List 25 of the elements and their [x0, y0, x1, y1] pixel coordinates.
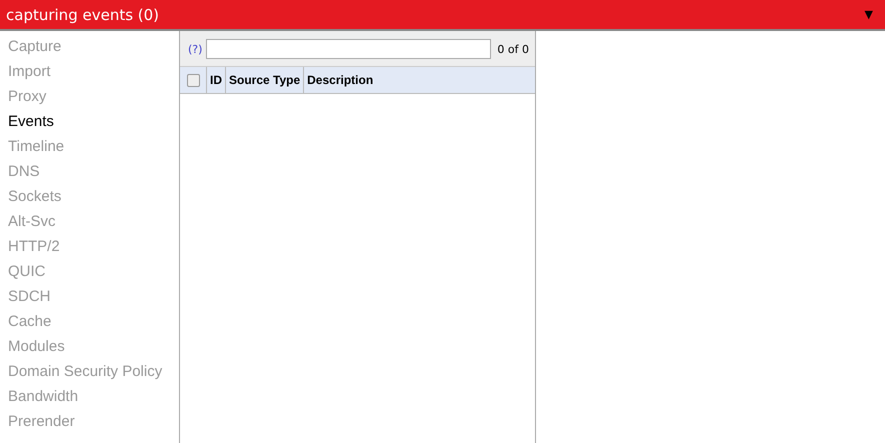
sidebar-tab[interactable]: Capture — [8, 34, 179, 59]
sidebar-tab[interactable]: HTTP/2 — [8, 234, 179, 259]
sidebar-tab[interactable]: Import — [8, 59, 179, 84]
sidebar-tab[interactable]: SDCH — [8, 284, 179, 309]
status-title: capturing events (0) — [6, 6, 160, 24]
sidebar-tab[interactable]: Prerender — [8, 409, 179, 434]
sidebar-tab[interactable]: Modules — [8, 334, 179, 359]
sidebar-tab[interactable]: DNS — [8, 159, 179, 184]
column-header[interactable]: ID — [207, 67, 226, 93]
sidebar-tab[interactable]: Proxy — [8, 84, 179, 109]
match-count: 0 of 0 — [497, 42, 529, 56]
filter-field[interactable] — [206, 39, 492, 59]
sidebar-tab[interactable]: Domain Security Policy — [8, 359, 179, 384]
sidebar-tab[interactable]: Sockets — [8, 184, 179, 209]
column-header[interactable]: Description — [304, 67, 535, 93]
sidebar-tab[interactable]: QUIC — [8, 259, 179, 284]
dropdown-button[interactable]: ▼ — [864, 8, 873, 21]
sidebar-tab[interactable]: Timeline — [8, 134, 179, 159]
column-header[interactable]: Source Type — [226, 67, 304, 93]
help-link[interactable]: (?) — [188, 42, 202, 56]
sidebar-tab[interactable]: Cache — [8, 309, 179, 334]
sidebar-tab[interactable]: Alt-Svc — [8, 209, 179, 234]
sidebar-tab[interactable]: Bandwidth — [8, 384, 179, 409]
sidebar-tab[interactable]: Events — [8, 109, 179, 134]
select-all-checkbox[interactable] — [186, 74, 200, 86]
